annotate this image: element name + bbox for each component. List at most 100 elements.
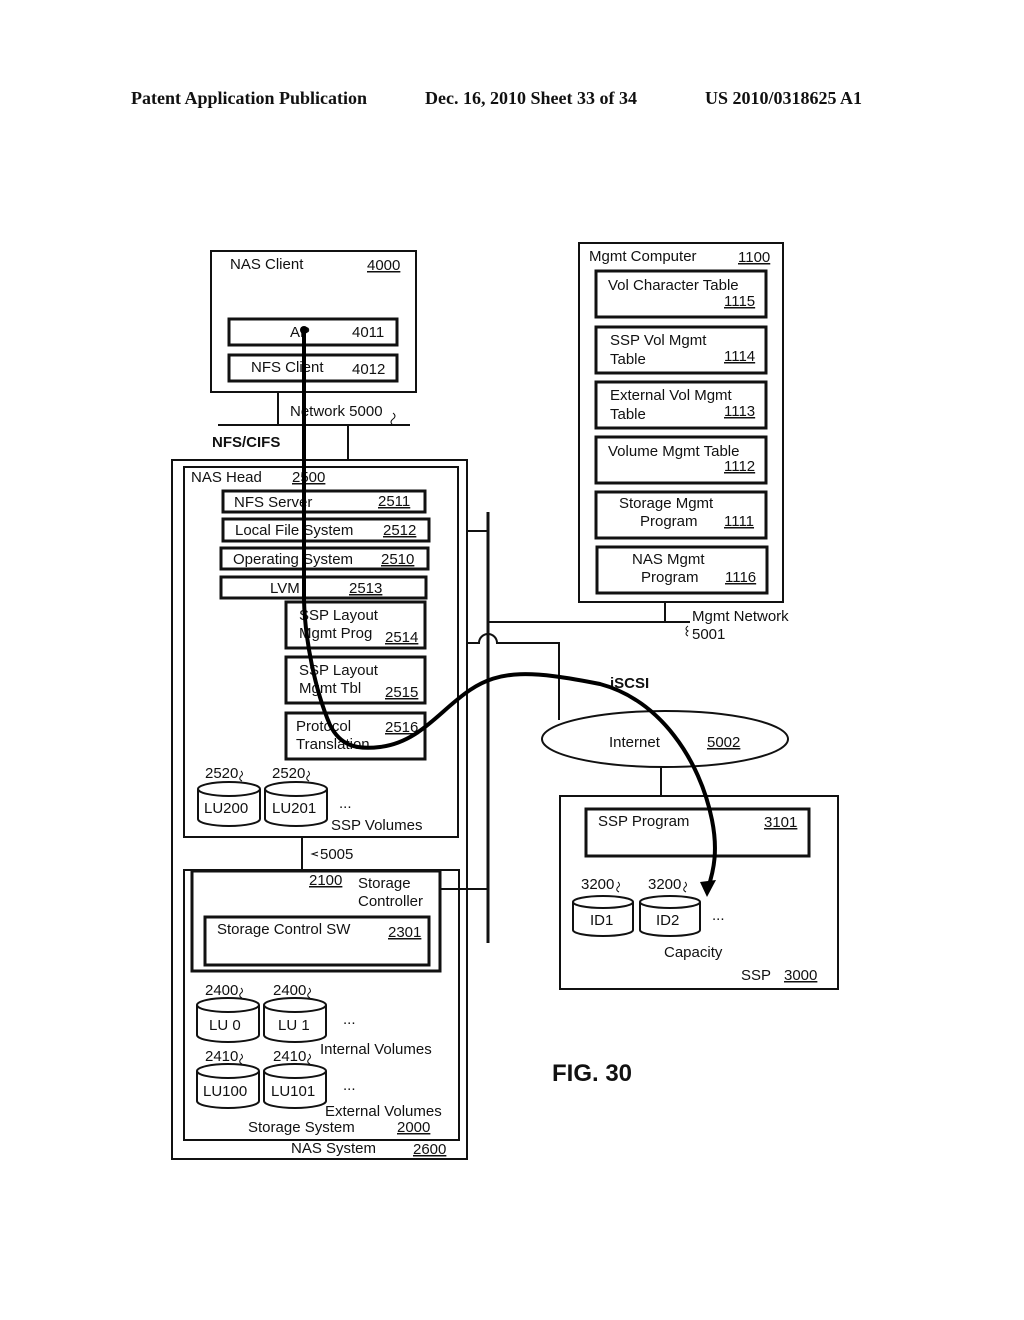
mgmt-item-4-ref: 1111: [724, 513, 754, 530]
operating-system-ref: 2510: [381, 551, 414, 568]
lu0-label: LU 0: [209, 1017, 241, 1034]
mgmt-item-3-line1: Volume Mgmt Table: [608, 443, 739, 460]
lvm-ref: 2513: [349, 580, 382, 597]
lu200-label: LU200: [204, 800, 248, 817]
controller-line2: Controller: [358, 893, 423, 910]
lu101-ref: 2410: [273, 1048, 306, 1065]
nfs-server-label: NFS Server: [234, 494, 312, 511]
control-sw-label: Storage Control SW: [217, 921, 351, 938]
ssp-title: SSP: [741, 967, 771, 984]
mgmt-item-3-ref: 1112: [724, 458, 755, 475]
controller-line1: Storage: [358, 875, 411, 892]
internal-volumes-ellipsis: ...: [343, 1011, 356, 1028]
local-file-system-ref: 2512: [383, 522, 416, 539]
ssp-layout-tbl-line2: Mgmt Tbl: [299, 680, 361, 697]
nas-system-ref: 2600: [413, 1141, 446, 1158]
mgmt-computer-title: Mgmt Computer: [589, 248, 697, 265]
external-volumes-label: External Volumes: [325, 1103, 442, 1120]
ssp-volumes-ellipsis: ...: [339, 795, 352, 812]
storage-control-sw-box: Storage Control SW 2301: [203, 915, 431, 967]
control-sw-ref: 2301: [388, 924, 421, 941]
mgmt-item-0-ref: 1115: [724, 293, 755, 310]
nas-head-ref: 2500: [292, 469, 325, 486]
mgmt-item-2-line2: Table: [610, 406, 646, 423]
nas-client-title: NAS Client: [230, 256, 304, 273]
id2-label: ID2: [656, 912, 679, 929]
ssp-program-label: SSP Program: [598, 813, 689, 830]
lu0-ref: 2400: [205, 982, 238, 999]
ssp-program-box: SSP Program 3101: [584, 807, 811, 858]
system-diagram: NAS Client 4000 AP 4011 NFS Client 4012 …: [171, 242, 839, 1160]
local-file-system-box: Local File System 2512: [221, 517, 431, 543]
id2-ref: 3200: [648, 876, 681, 893]
ssp-ref: 3000: [784, 967, 817, 984]
lvm-label: LVM: [270, 580, 300, 597]
nas-head-title: NAS Head: [191, 469, 262, 486]
protocol-translation-box: Protocol Translation 2516: [284, 711, 427, 761]
ssp: SSP 3000 SSP Program 3101 3200 ID1 3200 …: [559, 795, 839, 990]
ssp-volumes-label: SSP Volumes: [331, 817, 422, 834]
mgmt-computer: Mgmt Computer 1100 Vol Character Table 1…: [578, 242, 784, 603]
network-5000: Network 5000 NFS/CIFS: [212, 392, 410, 460]
data-path-origin: [300, 326, 308, 334]
storage-system-ref: 2000: [397, 1119, 430, 1136]
ap-ref: 4011: [352, 324, 384, 341]
internet-ref: 5002: [707, 734, 740, 751]
protocol-translation-line1: Protocol: [296, 718, 351, 735]
mgmt-item-4-line1: Storage Mgmt: [619, 495, 714, 512]
ssp-layout-tbl-box: SSP Layout Mgmt Tbl 2515: [284, 655, 427, 705]
ssp-layout-tbl-ref: 2515: [385, 684, 418, 701]
ssp-vol-mgmt-table-box: SSP Vol Mgmt Table 1114: [594, 325, 768, 375]
nfs-client-label: NFS Client: [251, 359, 324, 376]
nas-client-ref: 4000: [367, 257, 400, 274]
mgmt-item-1-ref: 1114: [724, 348, 755, 365]
internal-volumes-label: Internal Volumes: [320, 1041, 432, 1058]
nas-mgmt-program-box: NAS Mgmt Program 1116: [595, 545, 769, 595]
lvm-box: LVM 2513: [219, 575, 428, 600]
protocol-translation-line2: Translation: [296, 736, 370, 753]
mgmt-network: Mgmt Network 5001: [488, 602, 789, 643]
mgmt-item-1-line2: Table: [610, 351, 646, 368]
lu101-label: LU101: [271, 1083, 315, 1100]
storage-system-title: Storage System: [248, 1119, 355, 1136]
nfs-client-ref: 4012: [352, 361, 385, 378]
lu201-ref: 2520: [272, 765, 305, 782]
mgmt-item-4-line2: Program: [640, 513, 698, 530]
external-vol-mgmt-table-box: External Vol Mgmt Table 1113: [594, 380, 768, 430]
internet-label: Internet: [609, 734, 661, 751]
ap-box: AP 4011: [227, 317, 399, 347]
storage-mgmt-program-box: Storage Mgmt Program 1111: [594, 490, 768, 540]
volume-mgmt-table-box: Volume Mgmt Table 1112: [594, 435, 768, 485]
capacity-ellipsis: ...: [712, 907, 725, 924]
internet-cloud: Internet 5002: [541, 710, 789, 768]
local-file-system-label: Local File System: [235, 522, 353, 539]
controller-ref: 2100: [309, 872, 342, 889]
nas-head: NAS Head 2500 NFS Server 2511 Local File…: [183, 466, 459, 838]
mgmt-item-5-ref: 1116: [725, 569, 756, 586]
nfs-client-box: NFS Client 4012: [227, 353, 399, 383]
mgmt-item-2-line1: External Vol Mgmt: [610, 387, 733, 404]
nfs-server-ref: 2511: [378, 493, 410, 510]
lu100-label: LU100: [203, 1083, 247, 1100]
nfs-cifs-label: NFS/CIFS: [212, 434, 280, 451]
ssp-program-ref: 3101: [764, 814, 797, 831]
nfs-server-box: NFS Server 2511: [221, 489, 427, 514]
link-5005-label: 5005: [320, 846, 353, 863]
storage-controller: 2100 Storage Controller Storage Control …: [190, 869, 442, 973]
mgmt-item-0-line1: Vol Character Table: [608, 277, 739, 294]
lu200-ref: 2520: [205, 765, 238, 782]
lu1-ref: 2400: [273, 982, 306, 999]
vol-character-table-box: Vol Character Table 1115: [594, 269, 768, 319]
operating-system-label: Operating System: [233, 551, 353, 568]
lu1-label: LU 1: [278, 1017, 310, 1034]
lu201-label: LU201: [272, 800, 316, 817]
ssp-layout-prog-line1: SSP Layout: [299, 607, 379, 624]
lu100-ref: 2410: [205, 1048, 238, 1065]
figure-label: FIG. 30: [552, 1060, 632, 1087]
ssp-layout-prog-line2: Mgmt Prog: [299, 625, 372, 642]
mgmt-item-5-line2: Program: [641, 569, 699, 586]
nas-client: NAS Client 4000 AP 4011 NFS Client 4012: [210, 250, 417, 393]
storage-system: Storage System 2000 2100 Storage Control…: [183, 869, 460, 1141]
ssp-layout-prog-ref: 2514: [385, 629, 418, 646]
capacity-label: Capacity: [664, 944, 723, 961]
